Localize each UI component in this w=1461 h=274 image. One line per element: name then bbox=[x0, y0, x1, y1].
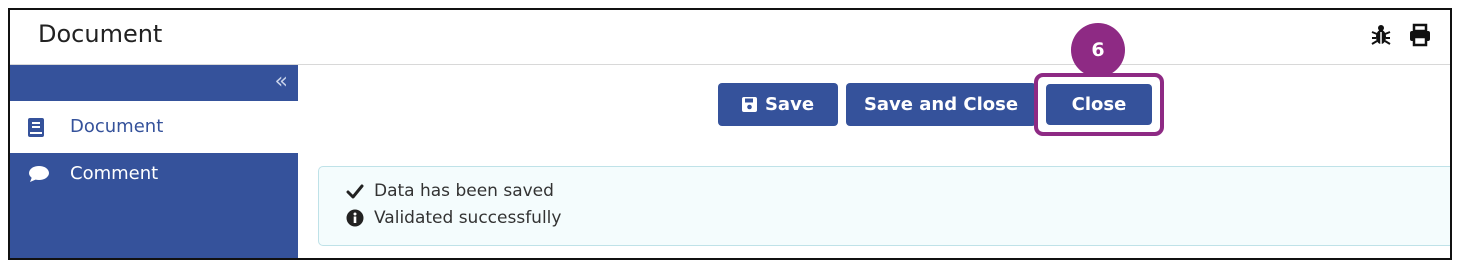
alert-line-validated: Validated successfully bbox=[346, 208, 561, 228]
bug-icon[interactable] bbox=[1369, 23, 1393, 47]
sidebar-item-document[interactable]: Document bbox=[10, 101, 298, 153]
alert-text: Data has been saved bbox=[374, 181, 554, 201]
comment-icon bbox=[28, 151, 50, 201]
success-alert: Data has been saved Validated successful… bbox=[318, 166, 1450, 246]
save-and-close-button[interactable]: Save and Close bbox=[846, 83, 1036, 126]
save-icon bbox=[741, 97, 757, 112]
save-button-label: Save bbox=[764, 94, 815, 115]
sidebar-item-comment[interactable]: Comment bbox=[10, 151, 298, 201]
document-window: Document « Document Comment Save Save an… bbox=[8, 8, 1452, 260]
sidebar-item-label: Document bbox=[70, 116, 164, 137]
alert-line-saved: Data has been saved bbox=[346, 181, 554, 201]
sidebar: « Document Comment bbox=[10, 65, 298, 258]
step-badge: 6 bbox=[1071, 23, 1125, 77]
close-button[interactable]: Close bbox=[1046, 84, 1152, 125]
print-icon[interactable] bbox=[1408, 23, 1432, 47]
info-icon bbox=[346, 209, 364, 227]
check-icon bbox=[346, 184, 364, 198]
book-icon bbox=[28, 101, 44, 153]
page-title: Document bbox=[38, 20, 163, 48]
header-bar: Document bbox=[10, 10, 1450, 65]
save-button[interactable]: Save bbox=[718, 83, 838, 126]
alert-text: Validated successfully bbox=[374, 208, 562, 228]
sidebar-item-label: Comment bbox=[70, 163, 159, 184]
toolbar: Save Save and Close Close bbox=[298, 65, 1450, 165]
collapse-sidebar-icon[interactable]: « bbox=[275, 71, 288, 93]
